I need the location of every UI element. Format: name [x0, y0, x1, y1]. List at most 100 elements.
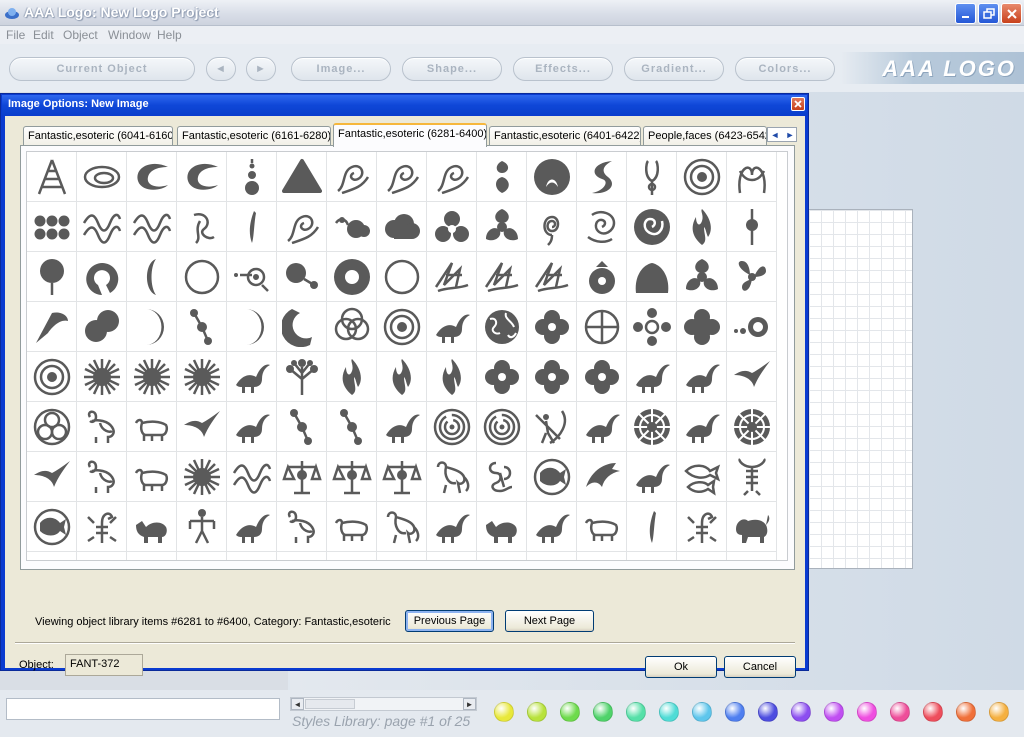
library-item[interactable] — [27, 152, 77, 202]
library-item[interactable] — [577, 402, 627, 452]
library-item[interactable] — [727, 352, 777, 402]
library-item[interactable] — [127, 352, 177, 402]
library-item[interactable] — [127, 452, 177, 502]
library-item[interactable] — [77, 152, 127, 202]
library-item[interactable] — [227, 202, 277, 252]
tab-6401[interactable]: Fantastic,esoteric (6401-6422) — [489, 126, 641, 146]
library-item[interactable] — [677, 152, 727, 202]
logo-canvas[interactable] — [808, 209, 913, 569]
library-item[interactable] — [277, 202, 327, 252]
text-input[interactable] — [6, 698, 280, 720]
color-swatch[interactable] — [923, 702, 943, 722]
library-item[interactable] — [227, 352, 277, 402]
library-item[interactable] — [227, 302, 277, 352]
library-item[interactable] — [477, 302, 527, 352]
library-item[interactable] — [327, 152, 377, 202]
gradient-button[interactable]: Gradient... — [624, 57, 724, 81]
color-swatch[interactable] — [989, 702, 1009, 722]
library-item[interactable] — [377, 402, 427, 452]
library-item[interactable] — [127, 202, 177, 252]
colors-button[interactable]: Colors... — [735, 57, 835, 81]
library-item[interactable] — [177, 452, 227, 502]
library-item[interactable] — [77, 352, 127, 402]
color-swatch[interactable] — [791, 702, 811, 722]
library-item[interactable] — [277, 402, 327, 452]
library-item[interactable] — [327, 502, 377, 552]
cancel-button[interactable]: Cancel — [724, 656, 796, 678]
library-item[interactable] — [177, 302, 227, 352]
library-item[interactable] — [527, 452, 577, 502]
library-item[interactable] — [277, 352, 327, 402]
tab-6423[interactable]: People,faces (6423-6542) — [643, 126, 767, 146]
library-item[interactable] — [77, 202, 127, 252]
library-item[interactable] — [377, 252, 427, 302]
color-swatch[interactable] — [956, 702, 976, 722]
tab-6281[interactable]: Fantastic,esoteric (6281-6400) — [333, 123, 487, 147]
library-item[interactable] — [77, 402, 127, 452]
library-item[interactable] — [227, 502, 277, 552]
library-item[interactable] — [27, 502, 77, 552]
library-item[interactable] — [127, 302, 177, 352]
library-item[interactable] — [527, 152, 577, 202]
library-item[interactable] — [77, 502, 127, 552]
library-item[interactable] — [327, 302, 377, 352]
library-item[interactable] — [27, 452, 77, 502]
library-item[interactable] — [327, 202, 377, 252]
library-item[interactable] — [577, 252, 627, 302]
next-page-button[interactable]: Next Page — [505, 610, 594, 632]
library-item[interactable] — [577, 202, 627, 252]
image-button[interactable]: Image... — [291, 57, 391, 81]
library-item[interactable] — [177, 402, 227, 452]
restore-button[interactable] — [978, 3, 999, 24]
library-item[interactable] — [627, 152, 677, 202]
color-swatch[interactable] — [560, 702, 580, 722]
minimize-button[interactable] — [955, 3, 976, 24]
library-item[interactable] — [327, 452, 377, 502]
library-item[interactable] — [577, 452, 627, 502]
color-swatch[interactable] — [593, 702, 613, 722]
shape-button[interactable]: Shape... — [402, 57, 502, 81]
library-item[interactable] — [177, 202, 227, 252]
library-item[interactable] — [677, 502, 727, 552]
library-item[interactable] — [127, 152, 177, 202]
close-window-button[interactable] — [1001, 3, 1022, 24]
library-item[interactable] — [127, 402, 177, 452]
library-item[interactable] — [27, 302, 77, 352]
color-swatch[interactable] — [857, 702, 877, 722]
library-item[interactable] — [377, 502, 427, 552]
library-item[interactable] — [727, 252, 777, 302]
library-item[interactable] — [77, 452, 127, 502]
effects-button[interactable]: Effects... — [513, 57, 613, 81]
dialog-close-button[interactable] — [791, 97, 805, 111]
color-swatch[interactable] — [890, 702, 910, 722]
library-item[interactable] — [177, 152, 227, 202]
library-item[interactable] — [477, 402, 527, 452]
library-item[interactable] — [727, 152, 777, 202]
library-item[interactable] — [677, 402, 727, 452]
library-item[interactable] — [227, 402, 277, 452]
library-item[interactable] — [377, 152, 427, 202]
library-item[interactable] — [27, 352, 77, 402]
color-swatch[interactable] — [527, 702, 547, 722]
library-item[interactable] — [527, 402, 577, 452]
library-item[interactable] — [477, 202, 527, 252]
library-item[interactable] — [577, 352, 627, 402]
library-item[interactable] — [277, 302, 327, 352]
library-item[interactable] — [477, 252, 527, 302]
library-item[interactable] — [227, 452, 277, 502]
menu-edit[interactable]: Edit — [33, 28, 54, 42]
library-item[interactable] — [177, 252, 227, 302]
color-swatch[interactable] — [692, 702, 712, 722]
library-item[interactable] — [427, 152, 477, 202]
library-item[interactable] — [727, 202, 777, 252]
library-item[interactable] — [577, 502, 627, 552]
menu-file[interactable]: File — [6, 28, 25, 42]
library-item[interactable] — [327, 352, 377, 402]
library-item[interactable] — [27, 202, 77, 252]
color-swatch[interactable] — [758, 702, 778, 722]
previous-page-button[interactable]: Previous Page — [405, 610, 494, 632]
library-item[interactable] — [527, 302, 577, 352]
library-item[interactable] — [677, 452, 727, 502]
library-item[interactable] — [327, 402, 377, 452]
library-item[interactable] — [477, 152, 527, 202]
